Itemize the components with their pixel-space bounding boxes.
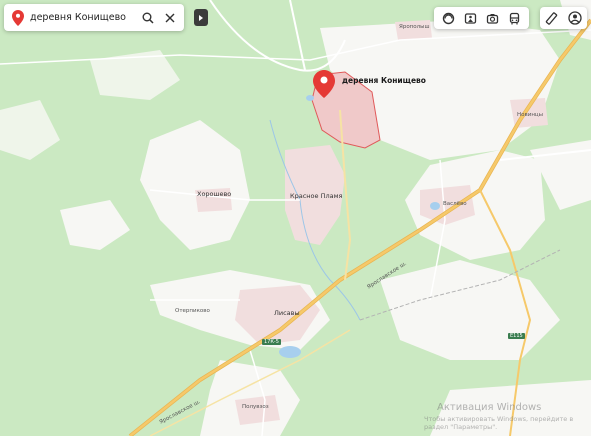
map-canvas[interactable] — [0, 0, 591, 438]
activation-watermark-text: Чтобы активировать Windows, перейдите в … — [424, 415, 574, 431]
layers-icon — [442, 12, 454, 24]
close-icon — [165, 13, 175, 22]
marker-label: деревня Конищево — [342, 76, 426, 85]
search-bar: деревня Конищево — [4, 4, 184, 31]
place-label: Новинцы — [517, 112, 543, 118]
layers-button[interactable] — [439, 9, 457, 27]
map-layer — [0, 0, 591, 438]
map-layers-toolbar — [434, 7, 529, 29]
map-pin-icon — [12, 9, 24, 26]
place-label: Лисавы — [274, 309, 300, 317]
place-label: Ярополыш — [399, 24, 430, 30]
place-label: Хорошево — [197, 190, 232, 198]
location-marker[interactable] — [313, 70, 335, 98]
road-shield: Е115 — [508, 333, 525, 339]
collapse-arrow-icon — [199, 14, 203, 21]
map-pin-icon — [313, 70, 335, 98]
profile-button[interactable] — [566, 9, 584, 27]
ruler-button[interactable] — [543, 9, 561, 27]
place-label: Отерпиково — [175, 308, 210, 314]
tools-toolbar — [540, 7, 587, 29]
place-label: Васлёво — [443, 201, 467, 207]
search-icon — [142, 12, 154, 24]
road-shield: 17К-5 — [262, 339, 281, 345]
transit-button[interactable] — [506, 9, 524, 27]
camera-icon — [486, 13, 499, 24]
panorama-button[interactable] — [461, 9, 479, 27]
profile-icon — [568, 11, 582, 25]
transit-icon — [510, 12, 520, 24]
place-label: Красное Пламя — [290, 192, 343, 200]
collapse-panel-button[interactable] — [194, 9, 208, 26]
camera-button[interactable] — [484, 9, 502, 27]
search-input[interactable]: деревня Конищево — [30, 12, 137, 23]
panorama-icon — [464, 12, 477, 24]
clear-search-button[interactable] — [159, 7, 181, 29]
ruler-icon — [546, 11, 558, 25]
place-label: Полувзоз — [242, 404, 269, 410]
activation-watermark-title: Активация Windows — [437, 402, 542, 413]
search-button[interactable] — [137, 7, 159, 29]
